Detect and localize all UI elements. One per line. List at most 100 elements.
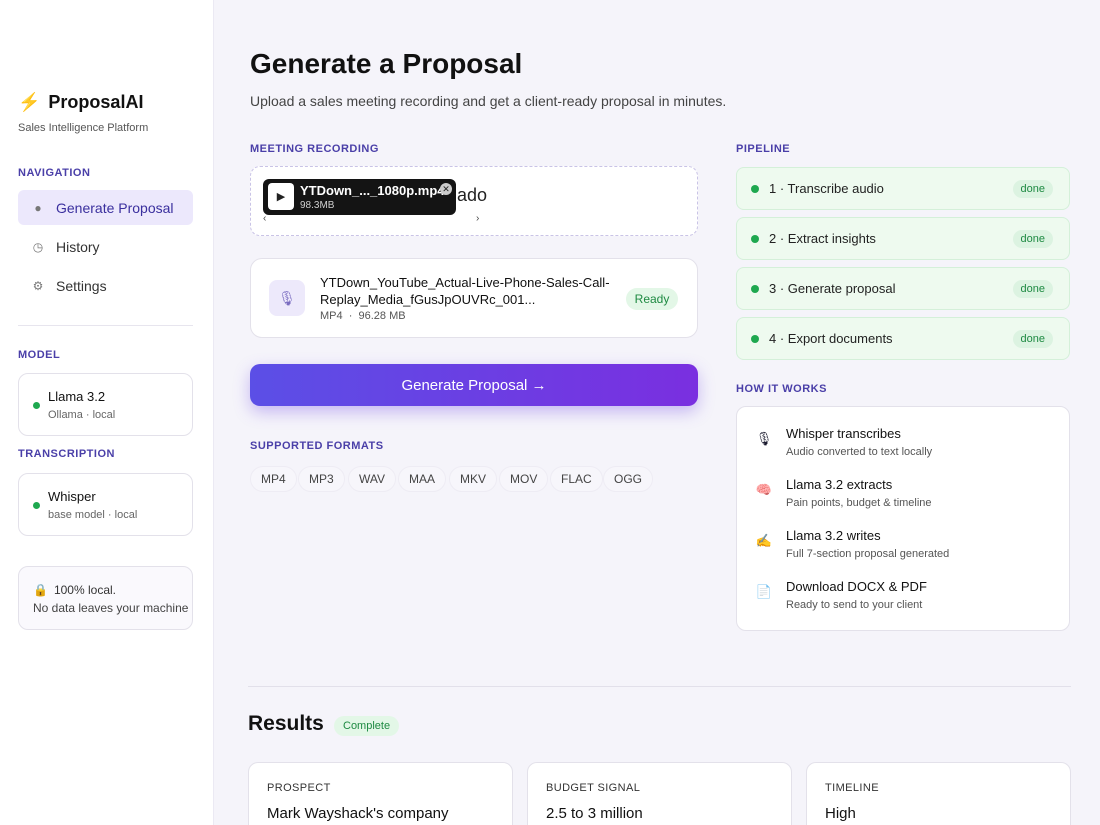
formats-list: MP4 MP3 WAV MAA MKV MOV FLAC OGG [250, 466, 698, 492]
how-it-works-item: 🧠 Llama 3.2 extracts Pain points, budget… [755, 477, 1055, 517]
result-card-prospect: PROSPECT Mark Wayshack's company [248, 762, 513, 825]
gear-icon: ⚙ [32, 278, 44, 293]
how-item-subtitle: Pain points, budget & timeline [786, 497, 932, 509]
how-it-works-card: 🎙 Whisper transcribes Audio converted to… [736, 406, 1070, 631]
transcription-detail: base model · local [48, 509, 138, 521]
format-tag: MOV [499, 466, 549, 492]
how-item-subtitle: Audio converted to text locally [786, 446, 933, 458]
format-tag: FLAC [550, 466, 603, 492]
pipeline-step-label: 1 · Transcribe audio [769, 181, 884, 196]
sidebar: ⚡ ProposalAI Sales Intelligence Platform… [0, 0, 214, 825]
mic-icon: ● [34, 200, 42, 215]
selected-file-chip[interactable]: ▶ YTDown_..._1080p.mp4 98.3MB ✕ [263, 179, 456, 215]
brand: ⚡ ProposalAI [18, 92, 143, 113]
privacy-line-2: No data leaves your machine [33, 601, 189, 615]
app-name: ProposalAI [48, 92, 144, 112]
status-dot [751, 185, 759, 193]
how-item-subtitle: Ready to send to your client [786, 599, 923, 611]
result-value: High [825, 805, 856, 822]
formats-section-label: SUPPORTED FORMATS [250, 440, 384, 452]
how-it-works-item: ✍ Llama 3.2 writes Full 7-section propos… [755, 528, 1055, 568]
how-item-title: Download DOCX & PDF [786, 579, 927, 594]
status-badge: Complete [334, 716, 400, 736]
status-badge: done [1012, 230, 1053, 248]
sidebar-item-label: History [56, 238, 100, 255]
how-item-title: Llama 3.2 extracts [786, 477, 893, 492]
format-tag: MP4 [250, 466, 297, 492]
sidebar-item-history[interactable]: ◷ History [18, 229, 193, 264]
scroll-right-arrow[interactable]: › [476, 213, 479, 224]
video-icon: ▶ [268, 183, 294, 210]
model-detail: Ollama · local [48, 409, 116, 421]
sidebar-divider [18, 325, 193, 326]
model-card: Llama 3.2 Ollama · local [18, 373, 193, 436]
lightning-icon: ⚡ [18, 92, 41, 112]
privacy-note: 🔒 100% local. No data leaves your machine [18, 566, 193, 630]
file-name: YTDown_YouTube_Actual-Live-Phone-Sales-C… [320, 275, 610, 307]
sidebar-item-label: Settings [56, 277, 107, 294]
result-value: 2.5 to 3 million [546, 805, 643, 822]
format-tag: MKV [449, 466, 498, 492]
status-badge: Ready [626, 288, 678, 310]
mic-icon: 🎙 [755, 431, 773, 446]
format-tag: OGG [603, 466, 654, 492]
nav-section-label: NAVIGATION [18, 167, 91, 179]
mic-icon: 🎙 [269, 280, 305, 316]
pipeline-step: 4 · Export documents done [736, 317, 1070, 360]
result-label: PROSPECT [267, 782, 331, 794]
format-tag: WAV [348, 466, 396, 492]
pipeline-step-label: 2 · Extract insights [769, 231, 876, 246]
pipeline-step-label: 4 · Export documents [769, 331, 893, 346]
status-dot [33, 402, 40, 409]
file-meta: MP4 · 96.28 MB [320, 310, 406, 322]
pipeline-section-label: PIPELINE [736, 143, 791, 155]
transcription-section-label: TRANSCRIPTION [18, 448, 115, 460]
page-title: Generate a Proposal [250, 48, 523, 79]
chip-file-size: 98.3MB [300, 200, 335, 211]
lock-icon: 🔒 [33, 583, 48, 597]
section-divider [248, 686, 1071, 687]
recording-section-label: MEETING RECORDING [250, 143, 379, 155]
sidebar-item-generate-proposal[interactable]: ● Generate Proposal [18, 190, 193, 225]
history-icon: ◷ [32, 239, 44, 254]
status-dot [751, 235, 759, 243]
app-tagline: Sales Intelligence Platform [18, 122, 149, 134]
status-badge: done [1012, 180, 1053, 198]
status-dot [751, 335, 759, 343]
privacy-line-1: 🔒 100% local. [33, 583, 116, 597]
pipeline-step: 2 · Extract insights done [736, 217, 1070, 260]
how-it-works-item: 🎙 Whisper transcribes Audio converted to… [755, 426, 1055, 466]
remove-file-icon[interactable]: ✕ [440, 183, 452, 195]
status-badge: done [1012, 280, 1053, 298]
result-label: TIMELINE [825, 782, 879, 794]
pipeline-step: 1 · Transcribe audio done [736, 167, 1070, 210]
model-name: Llama 3.2 [48, 389, 106, 404]
result-value: Mark Wayshack's company [267, 805, 449, 822]
format-tag: MAA [398, 466, 447, 492]
writing-hand-icon: ✍ [755, 533, 773, 548]
scroll-left-arrow[interactable]: ‹ [263, 213, 266, 224]
brain-icon: 🧠 [755, 482, 773, 497]
model-section-label: MODEL [18, 349, 61, 361]
status-dot [751, 285, 759, 293]
result-card-budget: BUDGET SIGNAL 2.5 to 3 million [527, 762, 792, 825]
page-subtitle: Upload a sales meeting recording and get… [250, 93, 727, 109]
transcription-name: Whisper [48, 489, 96, 504]
status-dot [33, 502, 40, 509]
how-item-title: Llama 3.2 writes [786, 528, 881, 543]
results-title: Results [248, 712, 324, 735]
how-it-works-label: HOW IT WORKS [736, 383, 827, 395]
dropzone-partial-text: ado [457, 185, 488, 205]
result-label: BUDGET SIGNAL [546, 782, 641, 794]
pipeline-step: 3 · Generate proposal done [736, 267, 1070, 310]
sidebar-item-settings[interactable]: ⚙ Settings [18, 268, 193, 303]
how-item-subtitle: Full 7-section proposal generated [786, 548, 950, 560]
status-badge: done [1012, 330, 1053, 348]
upload-dropzone[interactable]: ▶ YTDown_..._1080p.mp4 98.3MB ✕ ado ‹ › [250, 166, 698, 236]
transcription-card: Whisper base model · local [18, 473, 193, 536]
how-it-works-item: 📄 Download DOCX & PDF Ready to send to y… [755, 579, 1055, 619]
pipeline-step-label: 3 · Generate proposal [769, 281, 896, 296]
generate-proposal-button[interactable]: Generate Proposal → [250, 364, 698, 406]
result-card-timeline: TIMELINE High [806, 762, 1071, 825]
sidebar-item-label: Generate Proposal [56, 199, 174, 216]
